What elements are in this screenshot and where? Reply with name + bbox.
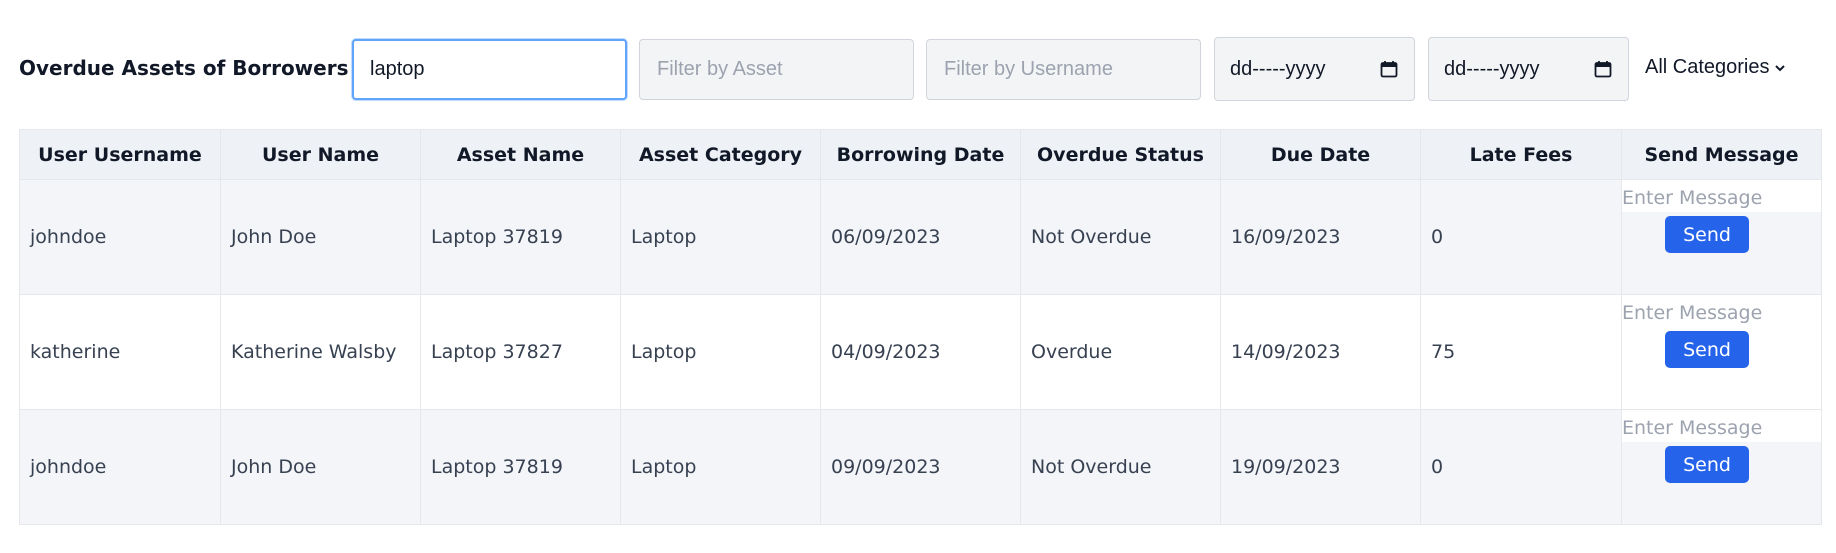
- calendar-icon[interactable]: [1380, 60, 1398, 78]
- cell-status: Not Overdue: [1020, 409, 1221, 525]
- chevron-down-icon: [1774, 64, 1785, 71]
- date-from-input[interactable]: dd-----yyyy: [1214, 37, 1415, 101]
- column-header-category: Asset Category: [620, 129, 821, 180]
- cell-send-message: Send: [1621, 179, 1822, 295]
- date-to-input[interactable]: dd-----yyyy: [1428, 37, 1629, 101]
- cell-status: Overdue: [1020, 294, 1221, 410]
- filter-asset-input[interactable]: [639, 39, 914, 100]
- cell-late-fees: 0: [1420, 409, 1622, 525]
- table-row: katherine Katherine Walsby Laptop 37827 …: [19, 294, 1822, 410]
- cell-category: Laptop: [620, 179, 821, 295]
- table-row: johndoe John Doe Laptop 37819 Laptop 09/…: [19, 409, 1822, 525]
- cell-borrow-date: 09/09/2023: [820, 409, 1021, 525]
- column-header-asset: Asset Name: [420, 129, 621, 180]
- cell-name: Katherine Walsby: [220, 294, 421, 410]
- cell-asset: Laptop 37827: [420, 294, 621, 410]
- cell-due-date: 14/09/2023: [1220, 294, 1421, 410]
- message-input[interactable]: [1622, 410, 1821, 442]
- overdue-assets-table: User Username User Name Asset Name Asset…: [19, 129, 1822, 525]
- message-input[interactable]: [1622, 295, 1821, 327]
- cell-due-date: 16/09/2023: [1220, 179, 1421, 295]
- cell-asset: Laptop 37819: [420, 179, 621, 295]
- category-select[interactable]: All Categories: [1645, 56, 1786, 79]
- column-header-send-message: Send Message: [1621, 129, 1822, 180]
- message-input[interactable]: [1622, 180, 1821, 212]
- cell-send-message: Send: [1621, 294, 1822, 410]
- cell-borrow-date: 06/09/2023: [820, 179, 1021, 295]
- date-from-text: dd-----yyyy: [1230, 57, 1326, 80]
- page-title: Overdue Assets of Borrowers: [19, 56, 349, 80]
- column-header-late-fees: Late Fees: [1420, 129, 1622, 180]
- column-header-status: Overdue Status: [1020, 129, 1221, 180]
- send-button[interactable]: Send: [1665, 331, 1749, 368]
- cell-late-fees: 0: [1420, 179, 1622, 295]
- table-row: johndoe John Doe Laptop 37819 Laptop 06/…: [19, 179, 1822, 295]
- category-selected-label: All Categories: [1645, 56, 1770, 78]
- cell-category: Laptop: [620, 294, 821, 410]
- cell-send-message: Send: [1621, 409, 1822, 525]
- column-header-borrow-date: Borrowing Date: [820, 129, 1021, 180]
- column-header-username: User Username: [19, 129, 221, 180]
- cell-due-date: 19/09/2023: [1220, 409, 1421, 525]
- send-button[interactable]: Send: [1665, 446, 1749, 483]
- search-input[interactable]: [352, 39, 627, 100]
- column-header-name: User Name: [220, 129, 421, 180]
- table-header-row: User Username User Name Asset Name Asset…: [19, 129, 1822, 180]
- column-header-due-date: Due Date: [1220, 129, 1421, 180]
- date-to-text: dd-----yyyy: [1444, 57, 1540, 80]
- filter-username-input[interactable]: [926, 39, 1201, 100]
- cell-status: Not Overdue: [1020, 179, 1221, 295]
- cell-asset: Laptop 37819: [420, 409, 621, 525]
- cell-username: johndoe: [19, 409, 221, 525]
- cell-name: John Doe: [220, 179, 421, 295]
- calendar-icon[interactable]: [1594, 60, 1612, 78]
- cell-name: John Doe: [220, 409, 421, 525]
- send-button[interactable]: Send: [1665, 216, 1749, 253]
- cell-borrow-date: 04/09/2023: [820, 294, 1021, 410]
- cell-username: katherine: [19, 294, 221, 410]
- cell-username: johndoe: [19, 179, 221, 295]
- cell-late-fees: 75: [1420, 294, 1622, 410]
- cell-category: Laptop: [620, 409, 821, 525]
